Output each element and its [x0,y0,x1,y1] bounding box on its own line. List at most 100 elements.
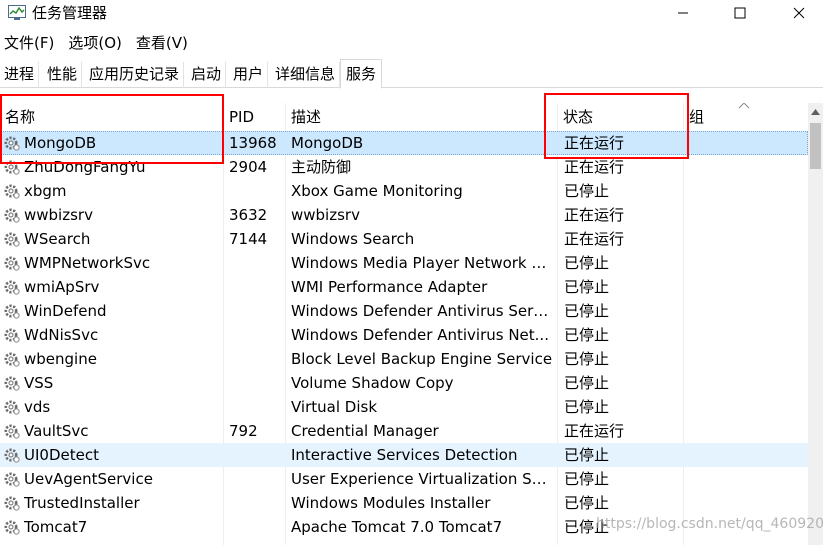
service-gear-icon [4,208,20,223]
tab-performance[interactable]: 性能 [43,62,83,88]
annotation-box-name [0,94,224,164]
service-status: 已停止 [564,326,610,344]
service-pid [229,323,283,347]
service-description: Windows Media Player Network S... [291,254,553,272]
services-table: 名称 PID 描述 状态 组 MongoDB 13968 MongoDB 正在运行 Zh… [0,103,808,545]
menu-bar: 文件(F) 选项(O) 查看(V) [0,32,194,56]
service-status: 已停止 [564,350,610,368]
service-description: Windows Search [291,230,415,248]
service-pid [229,371,283,395]
service-status: 已停止 [564,302,610,320]
sort-ascending-icon [738,103,750,109]
service-status: 已停止 [564,398,610,416]
service-gear-icon [4,520,20,535]
minimize-button[interactable] [660,0,706,26]
scroll-thumb[interactable] [810,123,821,169]
vertical-scrollbar[interactable] [808,103,823,545]
maximize-button[interactable] [717,0,763,26]
menu-file[interactable]: 文件(F) [0,32,60,56]
service-pid [229,515,283,539]
service-gear-icon [4,496,20,511]
menu-view[interactable]: 查看(V) [132,32,194,56]
service-name: wwbizsrv [24,206,93,224]
service-gear-icon [4,280,20,295]
service-pid [229,299,283,323]
watermark: https://blog.csdn.net/qq_46092061 [596,516,823,532]
service-pid [229,467,283,491]
table-row[interactable]: WinDefend Windows Defender Antivirus Serv… [0,299,808,323]
service-pid [229,395,283,419]
table-row[interactable]: wwbizsrv 3632 wwbizsrv 正在运行 [0,203,808,227]
tab-services[interactable]: 服务 [340,59,383,89]
service-description: User Experience Virtualization Ser... [291,470,553,488]
table-row[interactable]: TrustedInstaller Windows Modules Installe… [0,491,808,515]
service-description: Windows Modules Installer [291,494,491,512]
table-row[interactable]: WMPNetworkSvc Windows Media Player Networ… [0,251,808,275]
service-name: xbgm [24,182,67,200]
table-row[interactable]: VaultSvc 792 Credential Manager 正在运行 [0,419,808,443]
service-status: 已停止 [564,374,610,392]
service-status: 正在运行 [564,230,625,248]
tab-users[interactable]: 用户 [229,62,269,88]
tab-details[interactable]: 详细信息 [271,62,341,88]
service-gear-icon [4,256,20,271]
table-row[interactable]: vds Virtual Disk 已停止 [0,395,808,419]
service-pid [229,443,283,467]
service-name: WSearch [24,230,91,248]
service-status: 已停止 [564,494,610,512]
tab-processes[interactable]: 进程 [0,62,40,88]
service-gear-icon [4,448,20,463]
service-description: Windows Defender Antivirus Servi... [291,302,553,320]
table-row[interactable]: VSS Volume Shadow Copy 已停止 [0,371,808,395]
column-header-pid[interactable]: PID [224,103,286,131]
service-description: Apache Tomcat 7.0 Tomcat7 [291,518,503,536]
service-gear-icon [4,184,20,199]
column-header-description[interactable]: 描述 [286,103,558,131]
title-bar: 任务管理器 [0,0,823,28]
service-status: 正在运行 [564,422,625,440]
table-row[interactable]: wbengine Block Level Backup Engine Servic… [0,347,808,371]
chevron-up-icon [811,108,820,115]
service-gear-icon [4,232,20,247]
service-name: vds [24,398,51,416]
minimize-icon [678,12,688,14]
table-row[interactable]: UevAgentService User Experience Virtualiz… [0,467,808,491]
tab-app-history[interactable]: 应用历史记录 [85,62,185,88]
table-row[interactable]: WdNisSvc Windows Defender Antivirus Net..… [0,323,808,347]
scroll-up-button[interactable] [808,103,823,120]
table-row[interactable]: WSearch 7144 Windows Search 正在运行 [0,227,808,251]
service-name: TrustedInstaller [24,494,140,512]
service-name: Tomcat7 [24,518,88,536]
service-description: 主动防御 [291,158,352,176]
service-pid: 13968 [229,134,277,152]
menu-options[interactable]: 选项(O) [64,32,128,56]
task-manager-icon [8,5,26,20]
service-name: VSS [24,374,54,392]
table-row[interactable]: xbgm Xbox Game Monitoring 已停止 [0,179,808,203]
tab-startup[interactable]: 启动 [187,62,227,88]
service-name: WdNisSvc [24,326,99,344]
service-description: Interactive Services Detection [291,446,518,464]
table-body: MongoDB 13968 MongoDB 正在运行 ZhuDongFangYu 2904… [0,131,808,539]
service-pid [229,179,283,203]
table-row[interactable]: UI0Detect Interactive Services Detection 已… [0,443,808,467]
service-name: UI0Detect [24,446,99,464]
service-name: wbengine [24,350,97,368]
service-name: wmiApSrv [24,278,100,296]
service-name: VaultSvc [24,422,89,440]
service-status: 已停止 [564,254,610,272]
service-description: Windows Defender Antivirus Net... [291,326,549,344]
service-status: 已停止 [564,278,610,296]
service-pid: 2904 [229,158,268,176]
service-pid [229,251,283,275]
service-status: 已停止 [564,446,610,464]
close-button[interactable] [776,0,822,26]
service-gear-icon [4,472,20,487]
service-status: 已停止 [564,182,610,200]
service-gear-icon [4,424,20,439]
service-name: WinDefend [24,302,107,320]
table-row[interactable]: wmiApSrv WMI Performance Adapter 已停止 [0,275,808,299]
service-description: Xbox Game Monitoring [291,182,463,200]
close-icon [793,7,805,19]
service-gear-icon [4,352,20,367]
